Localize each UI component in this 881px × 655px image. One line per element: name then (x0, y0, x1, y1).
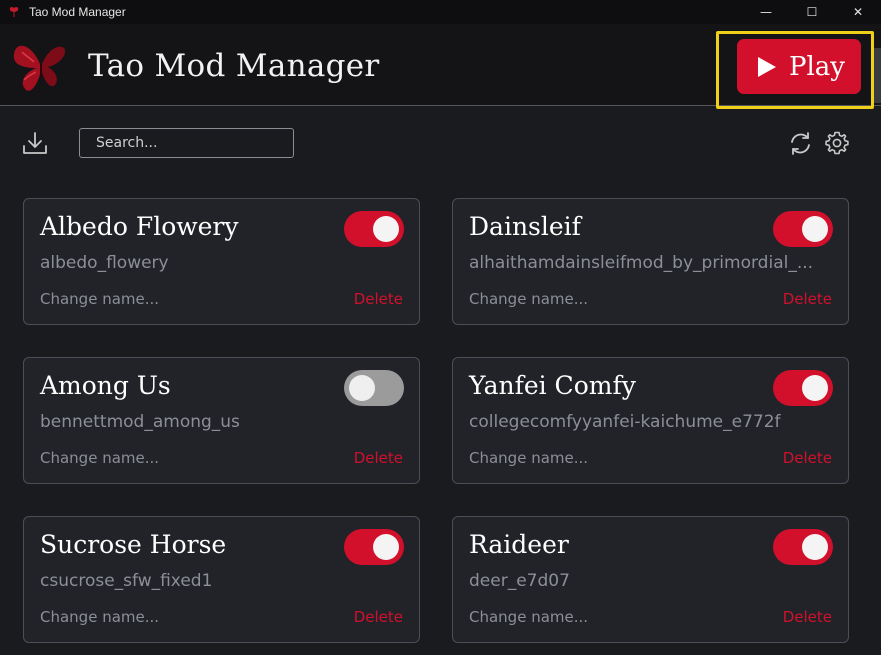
scrollbar[interactable] (874, 48, 881, 103)
mod-enable-toggle[interactable] (344, 370, 404, 406)
mod-name: Among Us (40, 371, 171, 400)
toggle-knob (373, 534, 399, 560)
mod-enable-toggle[interactable] (773, 370, 833, 406)
download-icon[interactable] (22, 131, 48, 155)
mod-card: Dainsleif alhaithamdainsleifmod_by_primo… (452, 198, 849, 325)
mod-card: Albedo Flowery albedo_flowery Change nam… (23, 198, 420, 325)
mod-enable-toggle[interactable] (773, 529, 833, 565)
delete-button[interactable]: Delete (354, 608, 403, 626)
window-title: Tao Mod Manager (29, 5, 126, 19)
app-title: Tao Mod Manager (88, 48, 380, 84)
minimize-button[interactable]: — (743, 0, 789, 24)
mod-enable-toggle[interactable] (344, 211, 404, 247)
gear-icon[interactable] (825, 131, 849, 155)
change-name-button[interactable]: Change name... (40, 290, 159, 308)
mod-name: Sucrose Horse (40, 530, 227, 559)
change-name-button[interactable]: Change name... (469, 608, 588, 626)
mod-enable-toggle[interactable] (344, 529, 404, 565)
window-controls: — ☐ ✕ (743, 0, 881, 24)
close-button[interactable]: ✕ (835, 0, 881, 24)
delete-button[interactable]: Delete (783, 449, 832, 467)
mod-card: Among Us bennettmod_among_us Change name… (23, 357, 420, 484)
delete-button[interactable]: Delete (783, 608, 832, 626)
change-name-button[interactable]: Change name... (469, 290, 588, 308)
butterfly-logo-icon (13, 45, 66, 91)
mod-enable-toggle[interactable] (773, 211, 833, 247)
maximize-button[interactable]: ☐ (789, 0, 835, 24)
delete-button[interactable]: Delete (354, 290, 403, 308)
mod-name: Yanfei Comfy (469, 371, 636, 400)
mod-folder-name: collegecomfyyanfei-kaichume_e772f (469, 412, 781, 432)
mod-folder-name: csucrose_sfw_fixed1 (40, 571, 213, 591)
mod-folder-name: albedo_flowery (40, 253, 169, 273)
toggle-knob (802, 216, 828, 242)
delete-button[interactable]: Delete (354, 449, 403, 467)
change-name-button[interactable]: Change name... (469, 449, 588, 467)
mod-card: Yanfei Comfy collegecomfyyanfei-kaichume… (452, 357, 849, 484)
toggle-knob (802, 375, 828, 401)
change-name-button[interactable]: Change name... (40, 449, 159, 467)
delete-button[interactable]: Delete (783, 290, 832, 308)
app-icon (9, 6, 19, 17)
play-highlight-frame (716, 31, 874, 109)
refresh-icon[interactable] (788, 131, 813, 156)
mod-card: Sucrose Horse csucrose_sfw_fixed1 Change… (23, 516, 420, 643)
mod-name: Dainsleif (469, 212, 581, 241)
mod-folder-name: bennettmod_among_us (40, 412, 240, 432)
search-input[interactable] (79, 128, 294, 158)
toggle-knob (373, 216, 399, 242)
change-name-button[interactable]: Change name... (40, 608, 159, 626)
toggle-knob (349, 375, 375, 401)
mod-name: Albedo Flowery (40, 212, 239, 241)
mod-card: Raideer deer_e7d07 Change name... Delete (452, 516, 849, 643)
toggle-knob (802, 534, 828, 560)
mod-folder-name: deer_e7d07 (469, 571, 570, 591)
mod-folder-name: alhaithamdainsleifmod_by_primordial_... (469, 253, 814, 273)
mod-name: Raideer (469, 530, 569, 559)
window-titlebar: Tao Mod Manager — ☐ ✕ (0, 0, 881, 24)
